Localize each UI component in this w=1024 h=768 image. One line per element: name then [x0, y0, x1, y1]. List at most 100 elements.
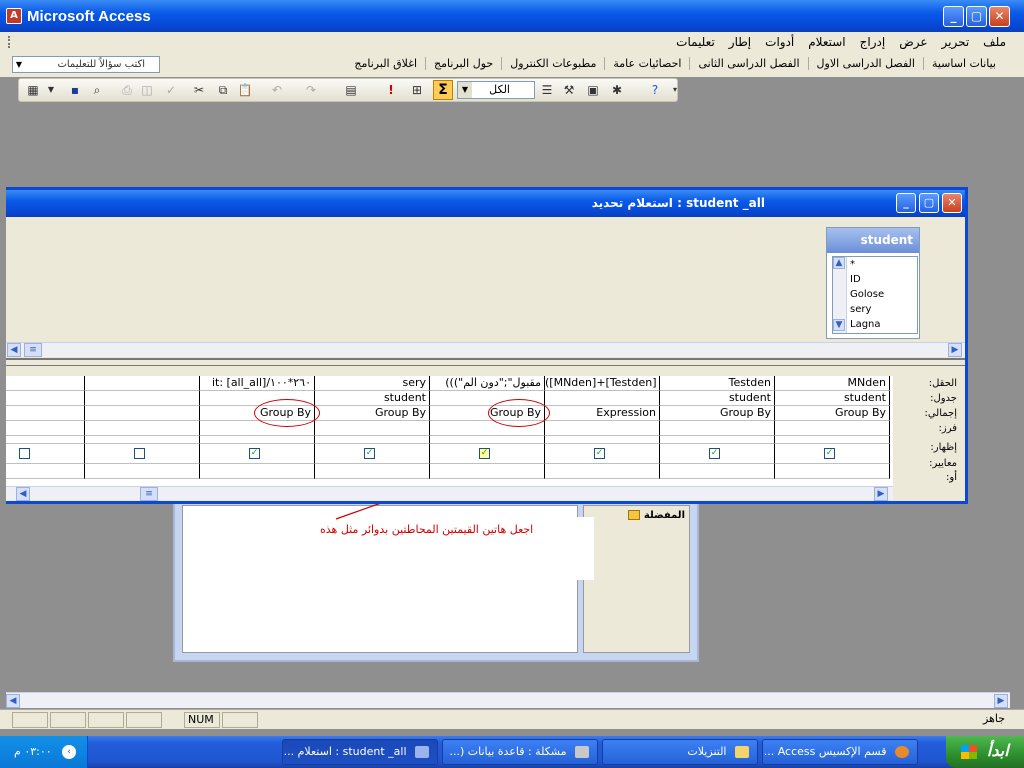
grid-total-cell[interactable]: Group By: [315, 406, 430, 421]
help-icon[interactable]: ?: [647, 82, 663, 98]
query-maximize-button[interactable]: ▢: [919, 193, 939, 213]
grid-total-cell[interactable]: Group By: [660, 406, 775, 421]
search-icon[interactable]: ⌕: [89, 82, 105, 98]
properties-icon[interactable]: ☰: [539, 82, 555, 98]
field-item[interactable]: sery: [850, 304, 871, 315]
menu-query[interactable]: استعلام: [808, 35, 845, 49]
menu-statistics[interactable]: احصائيات عامة: [604, 57, 689, 70]
grid-field-cell[interactable]: ((("مقبول";"دون الم: [430, 376, 545, 391]
print-preview-icon[interactable]: ◫: [139, 82, 155, 98]
undo-icon[interactable]: ↶: [269, 82, 285, 98]
chevron-left-icon[interactable]: ◀: [16, 487, 30, 501]
menu-help[interactable]: تعليمات: [676, 35, 715, 49]
grid-table-cell[interactable]: [545, 391, 660, 406]
task-browser[interactable]: قسم الإكسيس Access ...: [762, 739, 918, 765]
grid-total-cell[interactable]: [6, 406, 85, 421]
database-window-icon[interactable]: ▣: [585, 82, 601, 98]
grid-criteria-cell[interactable]: [775, 464, 890, 479]
clock[interactable]: ٠٣:٠٠ م: [14, 745, 52, 758]
menu-view[interactable]: عرض: [899, 35, 927, 49]
field-item[interactable]: Golose: [850, 289, 884, 300]
menu-edit[interactable]: تحرير: [942, 35, 970, 49]
cut-icon[interactable]: ✂: [191, 82, 207, 98]
grid-criteria-cell[interactable]: [660, 464, 775, 479]
grid-total-cell[interactable]: Group By: [775, 406, 890, 421]
grid-sort-cell[interactable]: [6, 421, 85, 436]
chevron-down-icon[interactable]: ▼: [13, 57, 25, 72]
grid-field-cell[interactable]: sery: [315, 376, 430, 391]
field-list-scrollbar[interactable]: ▲ ▼: [833, 257, 847, 333]
grid-criteria-cell[interactable]: [85, 464, 200, 479]
query-minimize-button[interactable]: _: [896, 193, 916, 213]
task-downloads[interactable]: التنزيلات: [602, 739, 758, 765]
grid-criteria-cell[interactable]: [430, 464, 545, 479]
menu-window[interactable]: إطار: [729, 35, 751, 49]
show-checkbox[interactable]: [19, 448, 30, 459]
show-checkbox[interactable]: ✓: [594, 448, 605, 459]
grid-hscroll[interactable]: ◀ ≡ ▶: [6, 486, 893, 501]
grid-criteria-cell[interactable]: [6, 464, 85, 479]
grid-field-cell[interactable]: MNden: [775, 376, 890, 391]
student-table-title[interactable]: student: [827, 228, 919, 253]
menu-close-program[interactable]: اغلاق البرنامج: [346, 57, 425, 70]
show-checkbox[interactable]: ✓: [479, 448, 490, 459]
table-pane-hscroll[interactable]: ◀ ≡ ▶: [6, 342, 965, 357]
chevron-down-icon[interactable]: ▼: [458, 82, 472, 98]
spelling-icon[interactable]: ✓: [163, 82, 179, 98]
query-close-button[interactable]: ✕: [942, 193, 962, 213]
student-field-list[interactable]: ▲ ▼ * ID Golose sery Lagna: [832, 256, 918, 334]
maximize-button[interactable]: ▢: [966, 6, 987, 27]
show-table-icon[interactable]: ⊞: [409, 82, 425, 98]
grid-total-cell[interactable]: Expression: [545, 406, 660, 421]
grid-field-cell[interactable]: [6, 376, 85, 391]
grid-field-cell[interactable]: [85, 376, 200, 391]
toolbar-options-icon[interactable]: ▾: [667, 82, 683, 98]
view-icon[interactable]: ▦: [25, 82, 41, 98]
paste-icon[interactable]: 📋: [237, 82, 253, 98]
grid-table-cell[interactable]: student: [660, 391, 775, 406]
grid-field-cell[interactable]: it: [all_all]/٢٦٠*١٠٠: [200, 376, 315, 391]
field-item[interactable]: *: [850, 259, 855, 270]
menu-insert[interactable]: إدراج: [860, 35, 886, 49]
save-icon[interactable]: ▪: [67, 82, 83, 98]
show-checkbox[interactable]: ✓: [824, 448, 835, 459]
grid-total-cell[interactable]: [85, 406, 200, 421]
grid-field-cell[interactable]: Testden: [660, 376, 775, 391]
chevron-left-icon[interactable]: ◀: [7, 343, 21, 357]
show-hidden-icons-icon[interactable]: ‹: [62, 745, 76, 759]
grid-show-cell[interactable]: [6, 444, 85, 464]
grid-criteria-cell[interactable]: [315, 464, 430, 479]
grid-sort-cell[interactable]: [660, 421, 775, 436]
grid-table-cell[interactable]: student: [775, 391, 890, 406]
show-checkbox[interactable]: [134, 448, 145, 459]
menu-control-prints[interactable]: مطبوعات الكنترول: [501, 57, 604, 70]
grid-table-cell[interactable]: student: [315, 391, 430, 406]
student-table-box[interactable]: student ▲ ▼ * ID Golose sery Lagna: [826, 227, 920, 339]
menu-about[interactable]: حول البرنامج: [425, 57, 501, 70]
grid-sort-cell[interactable]: [545, 421, 660, 436]
build-icon[interactable]: ⚒: [561, 82, 577, 98]
database-groups-pane[interactable]: [583, 505, 690, 653]
chevron-up-icon[interactable]: ▲: [833, 257, 845, 269]
print-icon[interactable]: ⎙: [119, 82, 135, 98]
grid-sort-cell[interactable]: [775, 421, 890, 436]
grid-table-cell[interactable]: [85, 391, 200, 406]
show-checkbox[interactable]: ✓: [709, 448, 720, 459]
design-grid[interactable]: MNden student Group By Testden student G…: [6, 376, 893, 486]
chevron-down-icon[interactable]: ▼: [43, 82, 59, 98]
menu-file[interactable]: ملف: [983, 35, 1006, 49]
copy-icon[interactable]: ⧉: [215, 82, 231, 98]
menu-tools[interactable]: أدوات: [765, 35, 794, 49]
grid-sort-cell[interactable]: [315, 421, 430, 436]
menu-second-term[interactable]: الفصل الدراسى الثانى: [689, 57, 807, 70]
pane-splitter[interactable]: [6, 358, 965, 366]
app-title-bar[interactable]: A Microsoft Access _ ▢ ✕: [0, 0, 1024, 32]
query-type-icon[interactable]: ▤: [343, 82, 359, 98]
menu-first-term[interactable]: الفصل الدراسى الاول: [807, 57, 923, 70]
show-checkbox[interactable]: ✓: [249, 448, 260, 459]
new-object-icon[interactable]: ✱: [609, 82, 625, 98]
task-query-window[interactable]: student _all : استعلام ...: [282, 739, 438, 765]
chevron-right-icon[interactable]: ▶: [994, 694, 1008, 708]
ask-question-box[interactable]: ▼ اكتب سؤالاً للتعليمات: [12, 56, 160, 73]
table-pane[interactable]: student ▲ ▼ * ID Golose sery Lagna: [6, 217, 965, 353]
